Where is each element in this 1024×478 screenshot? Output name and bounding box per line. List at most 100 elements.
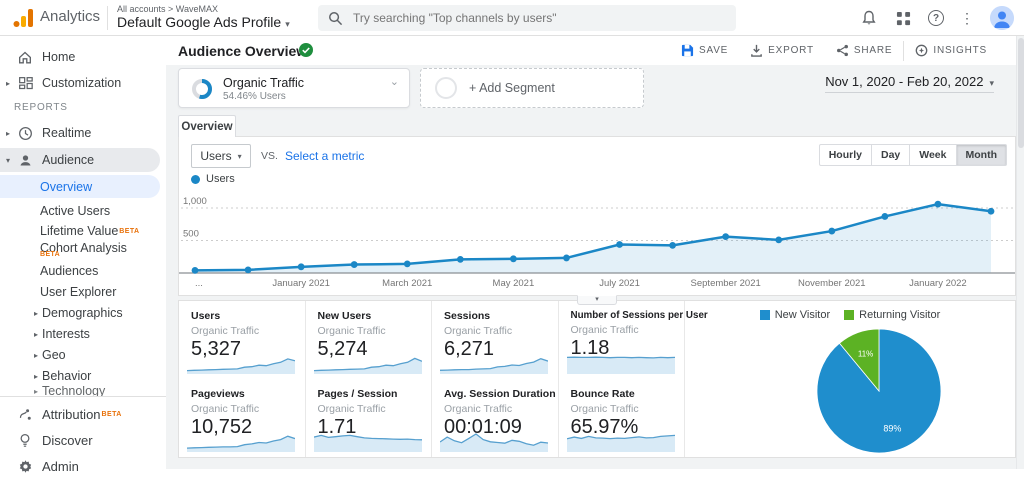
granularity-month-button[interactable]: Month <box>956 144 1007 166</box>
legend-returning-visitor[interactable]: Returning Visitor <box>844 309 940 321</box>
sidebar-item-attribution[interactable]: Attribution BETA <box>0 402 160 426</box>
visitor-type-pie-chart[interactable]: 89% 11% <box>813 325 945 457</box>
expand-arrow-icon: ▸ <box>33 371 38 381</box>
header-divider <box>107 6 108 30</box>
expand-arrow-icon: ▸ <box>5 78 10 88</box>
expand-arrow-icon: ▸ <box>33 350 38 360</box>
pageviews-sparkline <box>187 435 295 452</box>
breadcrumb[interactable]: All accounts > WaveMAX <box>117 4 218 14</box>
metric-card-bounce-rate[interactable]: Bounce Rate Organic Traffic 65.97% <box>559 379 685 457</box>
sidebar-item-active-users[interactable]: Active Users <box>0 200 160 222</box>
summary-panel: Users Organic Traffic 5,327 New Users Or… <box>178 300 1016 458</box>
sidebar-nav: Home ▸ Customization REPORTS ▸ Realtime … <box>0 36 166 474</box>
chart-panel: Users ▾ vs. Select a metric Hourly Day W… <box>178 136 1016 305</box>
analytics-logo-icon[interactable] <box>13 8 33 28</box>
share-button[interactable]: SHARE <box>825 41 903 61</box>
page-title: Audience Overview <box>178 43 308 59</box>
save-button[interactable]: SAVE <box>670 41 739 61</box>
sidebar-item-realtime[interactable]: ▸ Realtime <box>0 122 160 144</box>
sidebar-item-overview[interactable]: Overview <box>0 175 160 198</box>
chevron-down-icon: ▾ <box>989 78 994 88</box>
gear-icon <box>16 457 34 475</box>
scrollbar-thumb[interactable] <box>1018 38 1024 148</box>
tab-overview[interactable]: Overview <box>178 115 236 137</box>
svg-text:July 2021: July 2021 <box>599 278 640 289</box>
granularity-week-button[interactable]: Week <box>910 144 957 166</box>
metric-card-users[interactable]: Users Organic Traffic 5,327 <box>179 301 306 379</box>
sidebar-item-customization[interactable]: ▸ Customization <box>0 72 160 94</box>
bounce-rate-sparkline <box>566 434 675 452</box>
user-avatar[interactable] <box>990 6 1014 30</box>
help-icon[interactable]: ? <box>928 10 944 26</box>
insights-button[interactable]: INSIGHTS <box>903 40 998 61</box>
metric-card-avg-session-duration[interactable]: Avg. Session Duration Organic Traffic 00… <box>432 379 559 457</box>
sidebar-item-admin[interactable]: Admin <box>0 454 160 478</box>
lightbulb-icon <box>16 431 34 449</box>
users-sparkline <box>187 358 295 374</box>
svg-text:January 2022: January 2022 <box>909 278 967 289</box>
segment-donut-icon <box>192 79 212 99</box>
svg-text:May 2021: May 2021 <box>493 278 535 289</box>
sessions-per-user-sparkline <box>566 356 675 374</box>
segment-detail: 54.46% Users <box>223 91 286 102</box>
sidebar-item-audiences[interactable]: Audiences <box>0 260 160 282</box>
report-titlebar: Audience Overview SAVE EXPORT SHARE INSI… <box>166 36 1016 65</box>
reports-section-label: REPORTS <box>14 102 68 113</box>
metric-card-pageviews[interactable]: Pageviews Organic Traffic 10,752 <box>179 379 306 457</box>
search-bar[interactable] <box>318 5 736 31</box>
chevron-down-icon[interactable]: ⌄ <box>390 75 399 88</box>
metric-dropdown[interactable]: Users ▾ <box>191 144 251 168</box>
sidebar-item-audience[interactable]: ▾ Audience <box>0 148 160 172</box>
sidebar-item-home[interactable]: Home <box>0 46 160 68</box>
sidebar-item-demographics[interactable]: ▸ Demographics <box>0 302 160 324</box>
clock-icon <box>16 124 34 142</box>
pages-per-session-sparkline <box>313 434 422 452</box>
metric-card-new-users[interactable]: New Users Organic Traffic 5,274 <box>306 301 432 379</box>
date-range-picker[interactable]: Nov 1, 2020 - Feb 20, 2022 ▾ <box>825 74 994 93</box>
metric-card-sessions-per-user[interactable]: Number of Sessions per User Organic Traf… <box>559 301 708 379</box>
save-icon <box>681 44 694 57</box>
vertical-scrollbar[interactable] <box>1016 36 1024 469</box>
metric-card-pages-per-session[interactable]: Pages / Session Organic Traffic 1.71 <box>306 379 432 457</box>
svg-text:89%: 89% <box>883 423 901 433</box>
new-visitor-swatch-icon <box>759 310 770 320</box>
export-button[interactable]: EXPORT <box>739 41 825 61</box>
svg-text:11%: 11% <box>858 350 873 359</box>
select-a-metric-link[interactable]: Select a metric <box>285 149 364 163</box>
granularity-day-button[interactable]: Day <box>871 144 911 166</box>
sidebar-item-geo[interactable]: ▸ Geo <box>0 344 160 366</box>
app-header: Analytics All accounts > WaveMAX Default… <box>0 0 1024 36</box>
sidebar-item-cohort-analysis[interactable]: Cohort Analysis BETA <box>0 237 160 259</box>
beta-badge: BETA <box>40 251 61 258</box>
apps-grid-icon[interactable] <box>894 9 912 27</box>
svg-text:March 2021: March 2021 <box>382 278 432 289</box>
sidebar-item-interests[interactable]: ▸ Interests <box>0 323 160 345</box>
svg-text:September 2021: September 2021 <box>691 278 761 289</box>
chart-expander-handle[interactable]: ▾ <box>577 295 617 305</box>
granularity-hourly-button[interactable]: Hourly <box>818 144 872 166</box>
expand-arrow-icon: ▸ <box>5 128 10 138</box>
pie-legend: New Visitor Returning Visitor <box>685 309 1015 321</box>
attribution-icon <box>16 405 34 423</box>
sidebar-item-discover[interactable]: Discover <box>0 428 160 452</box>
segment-name: Organic Traffic <box>223 76 305 90</box>
more-options-icon[interactable]: ⋮ <box>960 10 974 27</box>
segment-card-organic-traffic[interactable]: Organic Traffic 54.46% Users ⌄ <box>178 68 410 108</box>
chevron-down-icon: ▾ <box>285 19 290 29</box>
search-input[interactable] <box>353 11 713 25</box>
legend-new-visitor[interactable]: New Visitor <box>759 309 830 321</box>
account-selector[interactable]: Default Google Ads Profile ▾ <box>117 14 290 30</box>
chevron-down-icon: ▾ <box>237 151 242 161</box>
beta-badge: BETA <box>101 410 122 418</box>
users-over-time-line-chart[interactable]: 500 1,000... January 2021 March 2021 May 202… <box>179 183 1015 295</box>
sidebar-item-user-explorer[interactable]: User Explorer <box>0 281 160 303</box>
metric-card-sessions[interactable]: Sessions Organic Traffic 6,271 <box>432 301 559 379</box>
sidebar-item-technology[interactable]: ▸ Technology <box>0 386 160 396</box>
sidebar-item-behavior[interactable]: ▸ Behavior <box>0 365 160 387</box>
svg-text:500: 500 <box>183 229 199 240</box>
notifications-bell-icon[interactable] <box>860 9 878 27</box>
new-users-sparkline <box>313 357 422 374</box>
add-segment-button[interactable]: + Add Segment <box>420 68 644 108</box>
visitor-type-section: New Visitor Returning Visitor 89% 11% <box>685 301 1015 457</box>
expand-arrow-icon: ▸ <box>33 386 38 396</box>
